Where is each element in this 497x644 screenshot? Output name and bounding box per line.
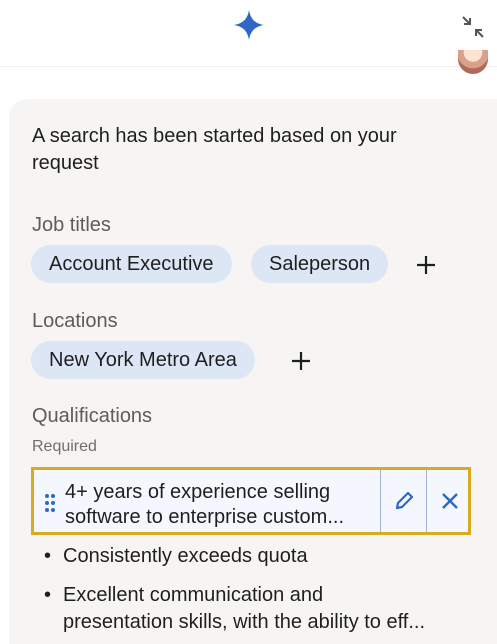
avatar[interactable] [458,50,488,74]
qualification-line: presentation skills, with the ability to… [63,611,426,633]
collapse-arrows-icon[interactable] [460,14,486,40]
location-chip[interactable]: New York Metro Area [31,341,255,379]
drag-handle-icon[interactable] [44,493,56,513]
required-label: Required [32,438,97,455]
bullet-marker: • [44,584,52,606]
add-location-plus-icon[interactable] [290,350,312,372]
pencil-icon [395,491,414,510]
job-titles-heading: Job titles [32,214,111,236]
edit-qualification-button[interactable] [380,470,427,532]
qualification-line: 4+ years of experience selling [65,481,331,503]
message-line: A search has been started based on your [32,125,397,147]
top-bar [0,0,497,67]
qualification-list-item[interactable]: Excellent communication and presentation… [63,582,465,636]
job-title-chip[interactable]: Account Executive [31,245,232,283]
qualification-list-item[interactable]: Consistently exceeds quota [63,543,465,570]
qualifications-heading: Qualifications [32,405,153,427]
add-job-title-plus-icon[interactable] [415,254,437,276]
bullet-marker: • [44,545,52,567]
selected-qualification-item[interactable]: 4+ years of experience selling software … [31,467,471,535]
remove-qualification-button[interactable] [426,470,473,532]
search-started-message: A search has been started based on your … [32,123,397,177]
job-title-chip[interactable]: Saleperson [251,245,389,283]
close-icon [442,493,458,509]
sparkle-icon [234,10,264,40]
qualification-text: 4+ years of experience selling software … [65,480,377,530]
qualification-line: Excellent communication and [63,584,324,606]
qualification-line: Consistently exceeds quota [63,545,308,567]
message-line: request [32,152,99,174]
locations-heading: Locations [32,310,118,332]
qualification-line: software to enterprise custom... [65,506,345,528]
